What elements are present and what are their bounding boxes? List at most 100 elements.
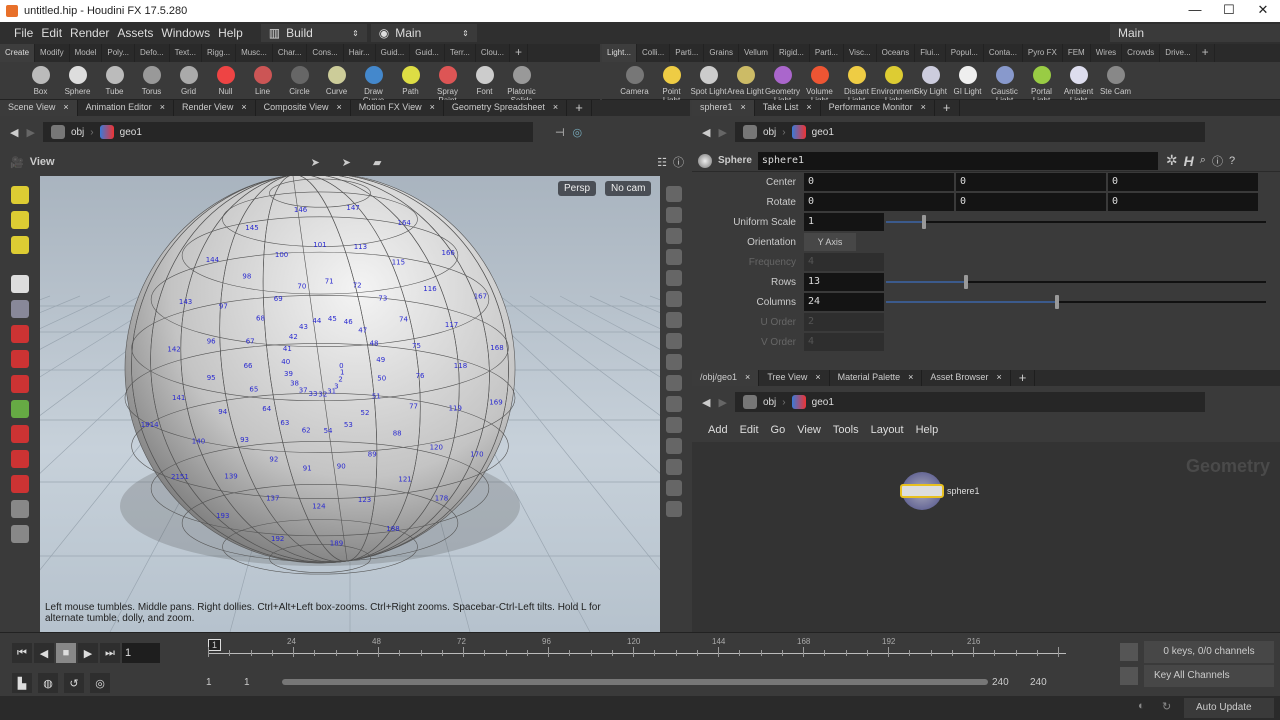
- close-button[interactable]: ✕: [1246, 0, 1280, 20]
- close-tab-icon[interactable]: ×: [553, 102, 558, 114]
- shelf-tab[interactable]: Model: [70, 44, 103, 62]
- shelf-tab[interactable]: Drive...: [1160, 44, 1197, 62]
- add-shelf-tab-icon[interactable]: +: [1197, 44, 1215, 62]
- pane-tab[interactable]: Take List ×: [755, 100, 821, 116]
- viewport-tool-icon[interactable]: [11, 475, 29, 493]
- path-obj[interactable]: obj: [71, 127, 84, 138]
- viewport-tool-icon[interactable]: [11, 375, 29, 393]
- close-tab-icon[interactable]: ×: [336, 102, 341, 114]
- jump-end-button[interactable]: ⏭: [100, 643, 120, 663]
- pane-tab[interactable]: Tree View ×: [759, 370, 830, 386]
- jump-start-button[interactable]: ⏮: [12, 643, 32, 663]
- shelf-tab[interactable]: Poly...: [102, 44, 136, 62]
- key-mode-select[interactable]: Key All Channels: [1144, 665, 1274, 687]
- node-name-field[interactable]: sphere1: [757, 151, 1158, 170]
- display-option-icon[interactable]: [666, 186, 682, 202]
- link-icon[interactable]: ◎: [573, 126, 583, 139]
- context-select[interactable]: ◉ Main ⇕: [370, 24, 477, 42]
- frame-ruler[interactable]: 1 24 48 72 96 120 144 168 192 216: [208, 637, 1066, 665]
- pane-tab[interactable]: Geometry Spreadsheet ×: [444, 100, 568, 116]
- info-icon[interactable]: ⓘ: [1212, 153, 1223, 169]
- help-icon[interactable]: ⓘ: [673, 154, 684, 170]
- audio-icon[interactable]: ◍: [38, 673, 58, 693]
- shelf-tab[interactable]: Rigid...: [774, 44, 810, 62]
- close-tab-icon[interactable]: ×: [806, 102, 811, 114]
- shelf-tool[interactable]: Path: [392, 62, 429, 105]
- shelf-tool[interactable]: Curve: [318, 62, 355, 105]
- viewport-tool-icon[interactable]: [11, 236, 29, 254]
- center-x[interactable]: 0: [804, 173, 954, 191]
- path-geo1[interactable]: geo1: [120, 127, 142, 138]
- shelf-tool[interactable]: Null: [207, 62, 244, 105]
- shelf-tab[interactable]: Defo...: [135, 44, 170, 62]
- pin-icon[interactable]: ⊣: [555, 126, 565, 139]
- shelf-tool[interactable]: Portal Light: [1023, 62, 1060, 105]
- shelf-tab[interactable]: Modify: [35, 44, 70, 62]
- columns-slider[interactable]: [886, 293, 1266, 311]
- network-editor[interactable]: Geometry sphere1: [692, 442, 1280, 632]
- add-tab-icon[interactable]: +: [567, 100, 592, 116]
- display-option-icon[interactable]: [666, 312, 682, 328]
- shelf-tool[interactable]: Camera: [616, 62, 653, 105]
- close-tab-icon[interactable]: ×: [430, 102, 435, 114]
- path-geo1[interactable]: geo1: [812, 127, 834, 138]
- uniform-scale-field[interactable]: 1: [804, 213, 884, 231]
- path-field[interactable]: obj › geo1: [734, 392, 1205, 412]
- viewport-tool-icon[interactable]: [11, 400, 29, 418]
- add-tab-icon[interactable]: +: [935, 100, 960, 116]
- viewport-tool-icon[interactable]: [11, 211, 29, 229]
- center-y[interactable]: 0: [956, 173, 1106, 191]
- display-option-icon[interactable]: [666, 249, 682, 265]
- close-tab-icon[interactable]: ×: [160, 102, 165, 114]
- display-options-icon[interactable]: ☷: [657, 156, 667, 169]
- keys-icon[interactable]: [1120, 643, 1138, 661]
- viewport-tool-icon[interactable]: [11, 500, 29, 518]
- shelf-tab[interactable]: Guid...: [410, 44, 445, 62]
- right-context-select[interactable]: Main: [1110, 24, 1280, 42]
- rotate-z[interactable]: 0: [1108, 193, 1258, 211]
- shelf-tab[interactable]: Text...: [170, 44, 202, 62]
- display-option-icon[interactable]: [666, 459, 682, 475]
- pane-tab[interactable]: Motion FX View ×: [351, 100, 444, 116]
- path-obj[interactable]: obj: [763, 127, 776, 138]
- shelf-tool[interactable]: Sky Light: [912, 62, 949, 105]
- stop-button[interactable]: ■: [56, 643, 76, 663]
- shelf-tab[interactable]: Cons...: [307, 44, 344, 62]
- gear-icon[interactable]: ✲: [1166, 152, 1178, 169]
- close-tab-icon[interactable]: ×: [996, 372, 1001, 384]
- shelf-tab[interactable]: Crowds: [1122, 44, 1161, 62]
- shelf-tool[interactable]: Spot Light: [690, 62, 727, 105]
- pane-tab[interactable]: Render View ×: [174, 100, 256, 116]
- play-button[interactable]: ▶: [78, 643, 98, 663]
- add-shelf-tab-icon[interactable]: +: [510, 44, 528, 62]
- shelf-tool[interactable]: Area Light: [727, 62, 764, 105]
- network-menu-item[interactable]: Edit: [740, 424, 759, 436]
- loop-icon[interactable]: ↺: [64, 673, 84, 693]
- shelf-tool[interactable]: Torus: [133, 62, 170, 105]
- shelf-tab[interactable]: Parti...: [810, 44, 844, 62]
- display-option-icon[interactable]: [666, 417, 682, 433]
- shelf-tool[interactable]: GI Light: [949, 62, 986, 105]
- shelf-tool[interactable]: Ste Cam: [1097, 62, 1134, 105]
- menu-file[interactable]: File: [14, 26, 33, 40]
- camera-icon[interactable]: 🎥: [10, 156, 24, 169]
- network-menu-item[interactable]: Help: [916, 424, 939, 436]
- shelf-tool[interactable]: Point Light: [653, 62, 690, 105]
- menu-windows[interactable]: Windows: [161, 26, 210, 40]
- shelf-tab[interactable]: Musc...: [236, 44, 273, 62]
- menu-render[interactable]: Render: [70, 26, 109, 40]
- keys-status[interactable]: 0 keys, 0/0 channels: [1144, 641, 1274, 663]
- current-frame-field[interactable]: 1: [122, 643, 160, 663]
- houdini-h-icon[interactable]: H: [1184, 153, 1194, 169]
- shelf-tab[interactable]: Terr...: [445, 44, 476, 62]
- back-arrow-icon[interactable]: ◀: [702, 126, 710, 139]
- shelf-tab[interactable]: Light...: [602, 44, 638, 62]
- viewport-tool-icon[interactable]: [11, 186, 29, 204]
- uniform-scale-slider[interactable]: [886, 213, 1266, 231]
- menu-assets[interactable]: Assets: [117, 26, 153, 40]
- rows-slider[interactable]: [886, 273, 1266, 291]
- key-channels-icon[interactable]: [1120, 667, 1138, 685]
- play-reverse-button[interactable]: ◀: [34, 643, 54, 663]
- rotate-x[interactable]: 0: [804, 193, 954, 211]
- close-tab-icon[interactable]: ×: [741, 102, 746, 114]
